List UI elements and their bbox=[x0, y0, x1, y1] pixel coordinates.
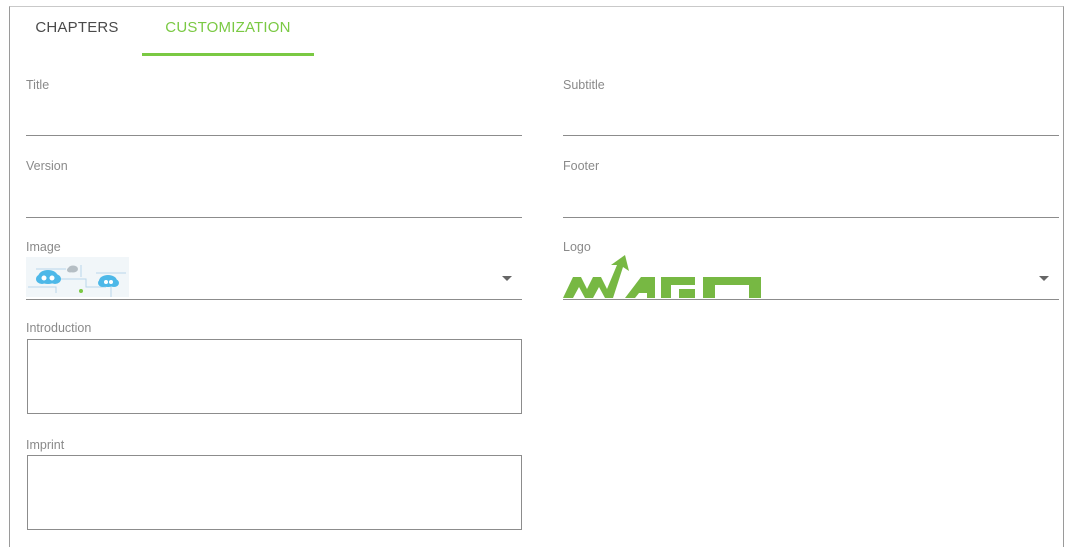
footer-input[interactable] bbox=[563, 187, 1059, 218]
tab-chapters[interactable]: CHAPTERS bbox=[22, 7, 132, 53]
logo-label: Logo bbox=[563, 240, 591, 254]
subtitle-label: Subtitle bbox=[563, 78, 605, 92]
subtitle-input[interactable] bbox=[563, 105, 1059, 136]
footer-label: Footer bbox=[563, 159, 600, 173]
chevron-down-icon[interactable] bbox=[502, 276, 512, 281]
imprint-textarea[interactable] bbox=[27, 455, 522, 530]
wago-logo bbox=[563, 255, 763, 298]
introduction-label: Introduction bbox=[26, 321, 92, 335]
cloud-network-image bbox=[26, 257, 129, 297]
version-input[interactable] bbox=[26, 187, 522, 218]
chevron-down-icon[interactable] bbox=[1039, 276, 1049, 281]
tab-bar: CHAPTERS CUSTOMIZATION bbox=[10, 7, 1063, 56]
customization-panel: CHAPTERS CUSTOMIZATION Title Subtitle Ve… bbox=[9, 6, 1064, 547]
title-input[interactable] bbox=[26, 105, 522, 136]
image-label: Image bbox=[26, 240, 61, 254]
image-select[interactable] bbox=[26, 255, 522, 300]
title-label: Title bbox=[26, 78, 50, 92]
imprint-label: Imprint bbox=[26, 438, 65, 452]
introduction-textarea[interactable] bbox=[27, 339, 522, 414]
version-label: Version bbox=[26, 159, 68, 173]
tab-customization[interactable]: CUSTOMIZATION bbox=[142, 7, 314, 56]
logo-select[interactable] bbox=[563, 255, 1059, 300]
